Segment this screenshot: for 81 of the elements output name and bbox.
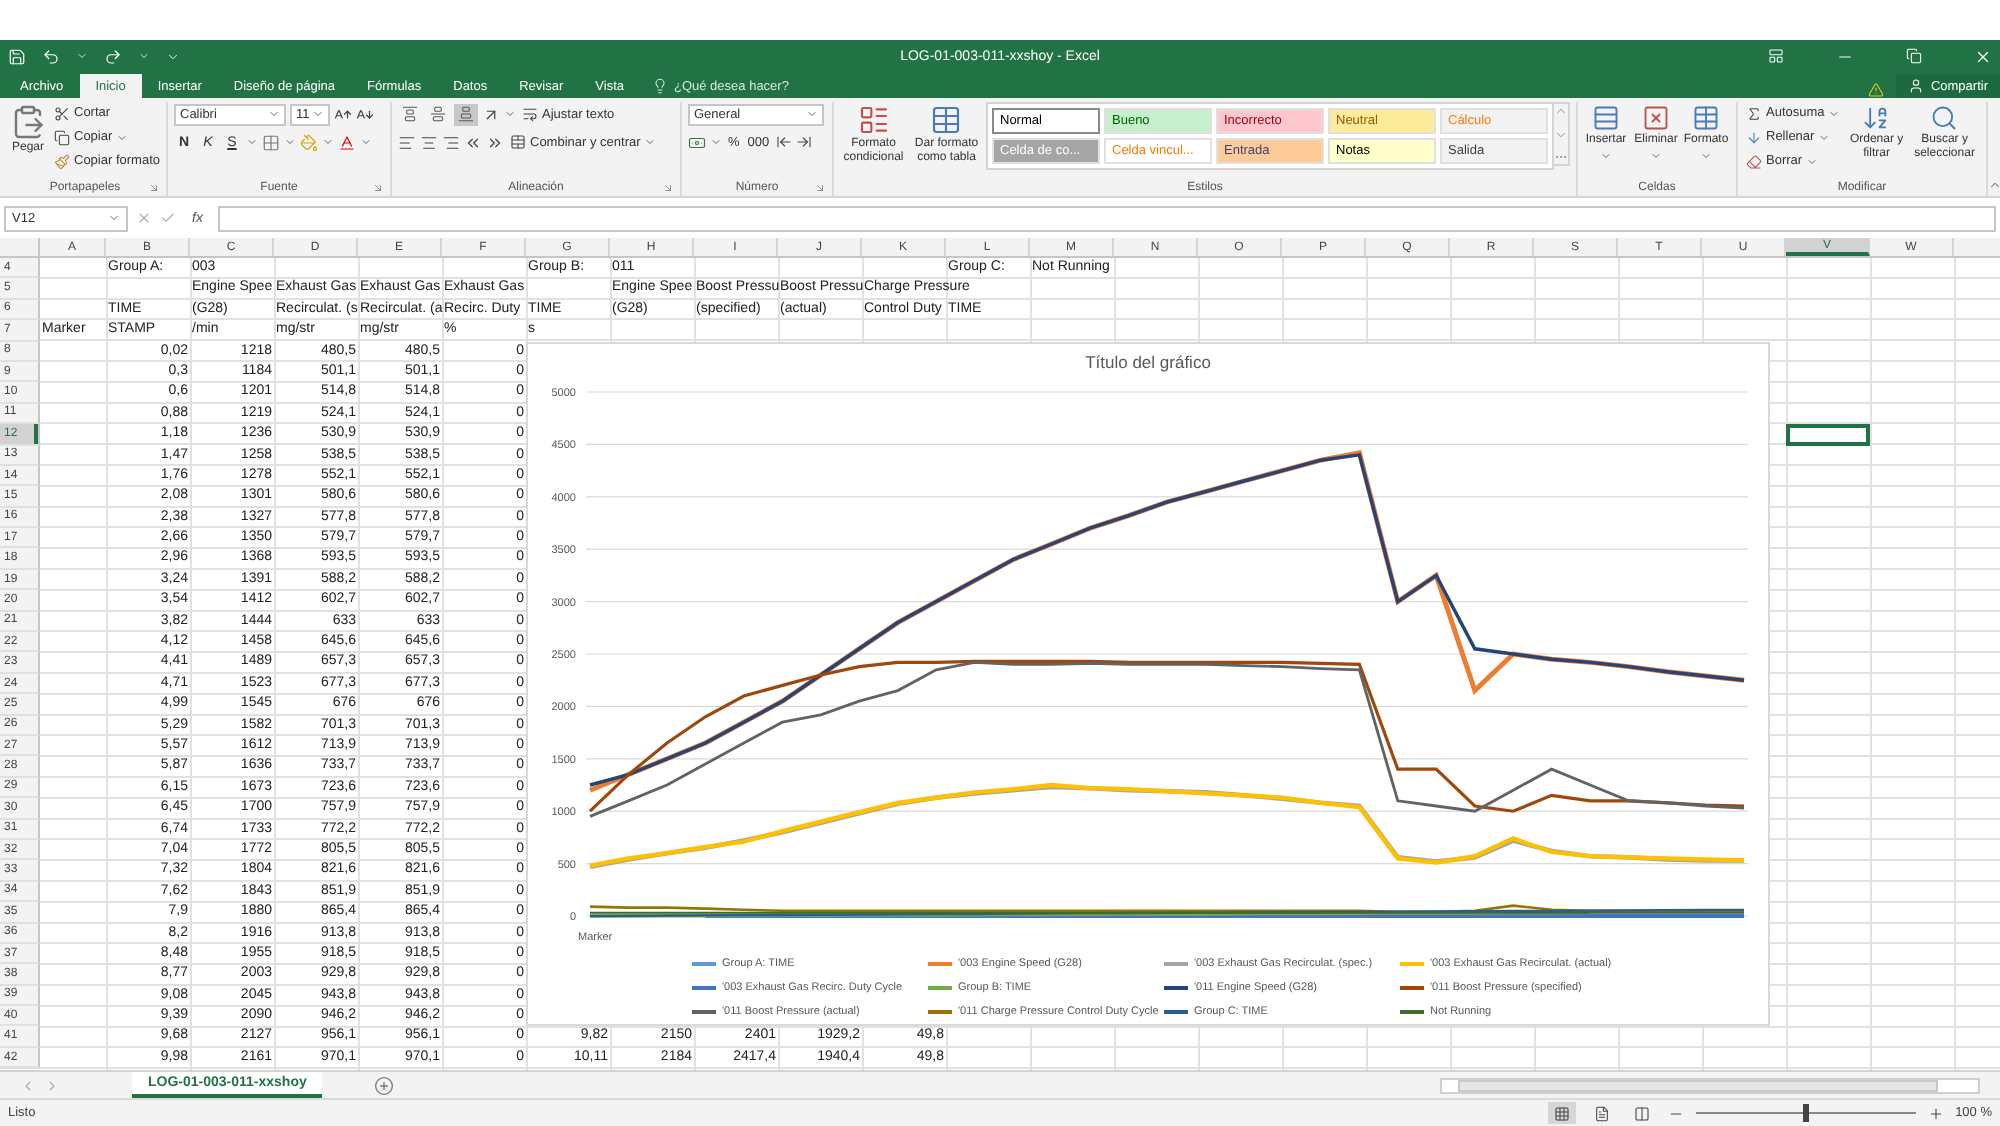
align-center-icon[interactable] bbox=[420, 133, 438, 151]
restore-icon[interactable] bbox=[1906, 48, 1922, 64]
square-x-icon[interactable] bbox=[1642, 104, 1670, 132]
person-icon[interactable] bbox=[1908, 78, 1925, 94]
rows-icon[interactable] bbox=[1592, 104, 1620, 132]
normal-view-button[interactable] bbox=[1547, 1102, 1576, 1124]
redo-icon[interactable] bbox=[104, 47, 122, 65]
vertical-align-button[interactable] bbox=[454, 103, 478, 125]
caret-icon[interactable] bbox=[268, 108, 280, 120]
sort-icon[interactable] bbox=[1862, 104, 1891, 132]
undo-icon[interactable] bbox=[42, 47, 60, 65]
formula-field[interactable] bbox=[218, 205, 1996, 231]
chart-title: Título del gráfico bbox=[1083, 352, 1213, 376]
zoom-thumb[interactable] bbox=[1802, 1104, 1809, 1122]
angled-arrow-icon[interactable] bbox=[482, 105, 500, 123]
caret-icon[interactable] bbox=[116, 131, 129, 143]
align-left-icon[interactable] bbox=[398, 133, 416, 151]
arrow-right-icon[interactable] bbox=[795, 134, 812, 150]
decrease-indent-icon[interactable] bbox=[464, 133, 482, 151]
active-cell[interactable] bbox=[1786, 424, 1870, 446]
launcher-icon[interactable] bbox=[662, 182, 674, 194]
copy-icon[interactable] bbox=[54, 129, 70, 145]
search-icon[interactable] bbox=[1930, 104, 1959, 132]
clipboard-icon[interactable] bbox=[10, 104, 46, 140]
sigma-icon[interactable] bbox=[1746, 105, 1762, 121]
table-icon[interactable] bbox=[930, 104, 963, 136]
next-sheet-icon[interactable] bbox=[44, 1077, 60, 1093]
align-right-icon[interactable] bbox=[442, 133, 460, 151]
caret-icon[interactable] bbox=[138, 50, 150, 62]
caret-icon[interactable] bbox=[1700, 150, 1712, 162]
lightbulb-icon[interactable] bbox=[652, 78, 668, 94]
vertical-align-button[interactable] bbox=[426, 103, 450, 125]
caret-icon[interactable] bbox=[1650, 150, 1662, 162]
scissors-icon[interactable] bbox=[54, 105, 70, 121]
caret-icon[interactable] bbox=[710, 136, 722, 148]
previous-sheet-icon[interactable] bbox=[20, 1077, 36, 1093]
arrow-left-icon[interactable] bbox=[775, 134, 792, 150]
shrink-font-icon[interactable] bbox=[356, 105, 374, 123]
collapse-ribbon-icon[interactable] bbox=[1988, 178, 2000, 192]
launcher-icon[interactable] bbox=[148, 182, 160, 194]
caret-icon[interactable] bbox=[108, 212, 120, 224]
caret-icon[interactable] bbox=[1600, 150, 1612, 162]
warning-icon[interactable] bbox=[1868, 82, 1885, 98]
vertical-align-button[interactable] bbox=[398, 103, 422, 125]
ribbon-display-icon[interactable] bbox=[1768, 48, 1784, 64]
grow-font-icon[interactable] bbox=[334, 105, 352, 123]
check-icon[interactable] bbox=[160, 210, 176, 226]
down-arrow-icon[interactable] bbox=[1746, 129, 1762, 145]
grid-icon[interactable] bbox=[1553, 1105, 1570, 1121]
increase-indent-icon[interactable] bbox=[486, 133, 504, 151]
scroll-up-icon[interactable] bbox=[1554, 104, 1568, 118]
caret-icon[interactable] bbox=[806, 108, 818, 120]
table-icon[interactable] bbox=[1692, 104, 1720, 132]
caret-icon[interactable] bbox=[504, 108, 516, 120]
caret-icon[interactable] bbox=[644, 136, 657, 148]
paintbrush-icon[interactable] bbox=[54, 153, 70, 169]
eraser-icon[interactable] bbox=[1746, 153, 1762, 169]
cancel-icon[interactable] bbox=[136, 210, 152, 226]
caret-icon[interactable] bbox=[284, 136, 296, 148]
borders-icon[interactable] bbox=[262, 133, 280, 151]
caret-icon[interactable] bbox=[312, 108, 324, 120]
scroll-down-icon[interactable] bbox=[1554, 127, 1568, 141]
wrap-text-icon[interactable] bbox=[522, 106, 538, 122]
caret-icon[interactable] bbox=[76, 50, 88, 62]
launcher-icon[interactable] bbox=[372, 182, 384, 194]
banknote-icon[interactable] bbox=[688, 133, 706, 151]
caret-icon[interactable] bbox=[246, 136, 258, 148]
merge-cells-icon[interactable] bbox=[510, 134, 526, 150]
horizontal-scrollbar[interactable] bbox=[1440, 1078, 1980, 1094]
add-sheet-icon[interactable] bbox=[374, 1075, 395, 1095]
close-icon[interactable] bbox=[1974, 47, 1992, 65]
customize-caret-icon[interactable] bbox=[166, 49, 180, 63]
paint-bucket-icon[interactable] bbox=[300, 133, 318, 151]
columns-icon[interactable] bbox=[1633, 1105, 1650, 1121]
caret-icon[interactable] bbox=[360, 136, 372, 148]
font-color-icon[interactable] bbox=[338, 133, 356, 151]
zoom-in-icon[interactable] bbox=[1927, 1105, 1944, 1121]
launcher-icon[interactable] bbox=[814, 182, 826, 194]
list-layout-icon[interactable] bbox=[857, 104, 890, 136]
caret-icon[interactable] bbox=[322, 136, 334, 148]
page-icon[interactable] bbox=[1593, 1105, 1610, 1121]
